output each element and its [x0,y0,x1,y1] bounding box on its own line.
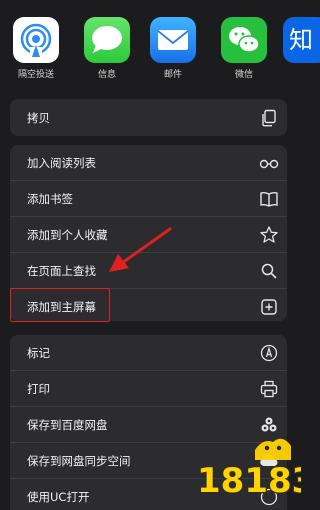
app-label: 信息 [97,70,116,80]
app-zhihu[interactable]: 知 [283,17,320,63]
action-markup[interactable]: 标记 [10,335,287,371]
app-wechat[interactable]: 微信 [219,17,269,80]
watermark-text: 18183 [197,461,301,500]
search-icon [259,261,279,281]
star-icon [259,225,279,245]
app-label: 邮件 [163,70,182,80]
zhihu-icon: 知 [283,17,320,63]
action-label: 添加书签 [27,191,73,206]
airdrop-icon [13,17,59,63]
action-label: 打印 [27,381,50,396]
printer-icon [259,379,279,399]
action-label: 保存到百度网盘 [27,417,108,432]
action-label: 使用UC打开 [27,489,90,504]
glasses-icon [259,153,279,173]
plus-square-icon [259,297,279,317]
mail-icon [150,17,196,63]
action-label: 加入阅读列表 [27,155,96,170]
share-app-row: 隔空投送 信息 邮件 微信 知 [0,0,320,92]
action-group-copy: 拷贝 [10,99,287,136]
action-add-bookmark[interactable]: 添加书签 [10,181,287,217]
action-add-reading-list[interactable]: 加入阅读列表 [10,145,287,181]
action-label: 保存到网盘同步空间 [27,453,131,468]
highlight-box [10,288,110,322]
action-print[interactable]: 打印 [10,371,287,407]
markup-icon [259,343,279,363]
book-icon [259,189,279,209]
app-label: 隔空投送 [17,70,54,80]
messages-icon [84,17,130,63]
red-arrow-icon [109,227,172,272]
action-label: 标记 [27,345,50,360]
action-label: 拷贝 [27,110,50,125]
action-label: 添加到个人收藏 [27,227,108,242]
app-messages[interactable]: 信息 [82,17,132,80]
zhihu-label: 知 [289,26,313,54]
watermark-logo: 18183 [196,438,301,500]
action-copy[interactable]: 拷贝 [10,99,287,136]
app-airdrop[interactable]: 隔空投送 [11,17,61,80]
app-mail[interactable]: 邮件 [148,17,198,80]
baidu-netdisk-icon [259,415,279,435]
wechat-icon [221,17,267,63]
app-label: 微信 [234,70,253,80]
action-label: 在页面上查找 [27,263,96,278]
copy-icon [259,108,279,128]
